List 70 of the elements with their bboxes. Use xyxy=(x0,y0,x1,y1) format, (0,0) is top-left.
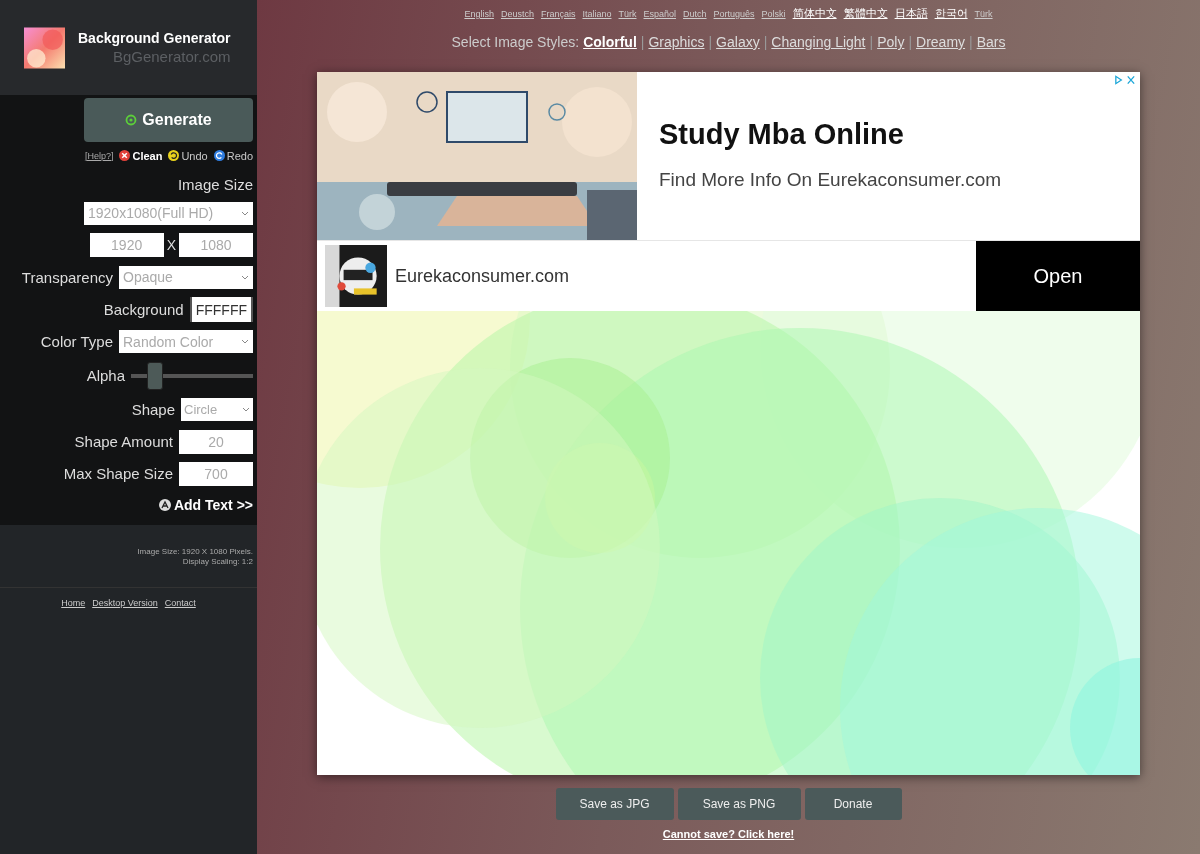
save-button[interactable]: Save as JPG xyxy=(555,788,674,820)
save-button[interactable]: Donate xyxy=(804,788,902,820)
site-title: Background Generator xyxy=(78,30,231,46)
separator: | xyxy=(708,34,713,50)
redo-icon xyxy=(213,150,225,162)
style-link[interactable]: Changing Light xyxy=(771,34,866,50)
caret-icon xyxy=(241,210,249,216)
ad-text: Find More Info On Eurekaconsumer.com xyxy=(659,169,1002,191)
footer-link[interactable]: Desktop Version xyxy=(92,598,158,608)
generate-button[interactable]: Generate xyxy=(84,98,253,142)
open-button[interactable]: Open xyxy=(976,241,1140,311)
undo-link[interactable]: Undo xyxy=(168,149,208,162)
info-text: Image Size: 1920 X 1080 Pixels. xyxy=(137,547,253,557)
style-link[interactable]: Bars xyxy=(976,34,1006,50)
caret-icon xyxy=(242,407,250,412)
styles-label: Select Image Styles: xyxy=(451,34,580,50)
logo-icon xyxy=(24,26,65,69)
separator: | xyxy=(969,34,973,50)
language-link[interactable]: Português xyxy=(713,9,755,19)
language-link[interactable]: Français xyxy=(540,9,576,19)
slider-thumb[interactable] xyxy=(147,361,164,390)
field-label: Max Shape Size xyxy=(63,465,173,482)
separator: | xyxy=(869,34,874,50)
ad-headline: Study Mba Online xyxy=(659,118,905,151)
style-link[interactable]: Graphics xyxy=(648,34,705,50)
clean-link[interactable]: Clean xyxy=(119,149,163,162)
footer-link[interactable]: Contact xyxy=(164,598,196,608)
separator: | xyxy=(640,34,645,50)
language-link[interactable]: Español xyxy=(643,9,677,19)
language-link[interactable]: Polski xyxy=(761,9,786,19)
field-label: Shape xyxy=(131,401,175,418)
caret-icon xyxy=(241,274,249,280)
language-link[interactable]: 한국어 xyxy=(934,6,968,21)
language-link[interactable]: Türk xyxy=(618,9,637,19)
separator: | xyxy=(908,34,913,50)
field-label: Color Type xyxy=(40,333,113,351)
field-label: Alpha xyxy=(86,367,125,385)
help-link[interactable]: [Help?] xyxy=(84,150,114,161)
footer-link[interactable]: Home xyxy=(61,598,86,608)
undo-icon xyxy=(168,150,180,162)
field-label: Transparency xyxy=(21,268,113,286)
language-link[interactable]: 繁體中文 xyxy=(843,6,888,21)
language-link[interactable]: Türk xyxy=(974,9,993,19)
language-link[interactable]: 日本語 xyxy=(894,6,928,21)
language-link[interactable]: Deustch xyxy=(500,9,534,19)
field-label: Background xyxy=(103,301,184,319)
add-text-link[interactable]: Add Text >> xyxy=(158,497,253,513)
info-text: Display Scaling: 1:2 xyxy=(182,557,253,567)
redo-link[interactable]: Redo xyxy=(213,149,253,162)
image-size-label: Image Size xyxy=(177,175,253,193)
target-icon xyxy=(125,113,138,126)
help-link[interactable]: Cannot save? Click here! xyxy=(662,828,795,840)
language-link[interactable]: Dutch xyxy=(683,9,707,19)
style-link[interactable]: Poly xyxy=(877,34,905,50)
color-field[interactable]: FFFFFF xyxy=(189,297,253,323)
close-icon xyxy=(119,150,131,162)
style-link[interactable]: Galaxy xyxy=(716,34,760,50)
times-sign: X xyxy=(166,237,176,254)
style-link[interactable]: Dreamy xyxy=(916,34,966,50)
ad-site: Eurekaconsumer.com xyxy=(395,265,571,287)
language-link[interactable]: English xyxy=(464,9,494,19)
separator: | xyxy=(763,34,768,50)
language-link[interactable]: 简体中文 xyxy=(792,6,837,21)
caret-icon xyxy=(241,339,249,345)
field-label: Shape Amount xyxy=(74,433,173,450)
letter-icon xyxy=(158,499,171,511)
save-button[interactable]: Save as PNG xyxy=(677,788,801,820)
style-link[interactable]: Colorful xyxy=(583,34,637,50)
ad-choices-icon[interactable] xyxy=(1114,75,1136,85)
language-link[interactable]: Italiano xyxy=(582,9,612,19)
